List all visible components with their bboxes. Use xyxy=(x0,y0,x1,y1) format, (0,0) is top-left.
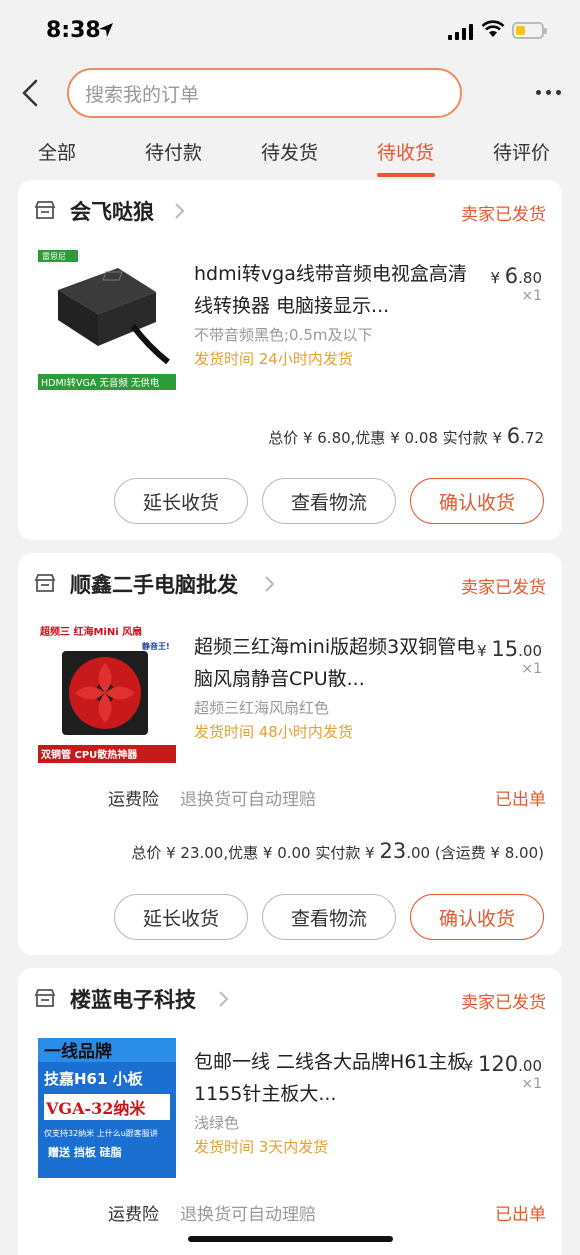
nav-bar: 搜索我的订单 xyxy=(0,62,580,126)
thumb-brand: 雷思尼 xyxy=(42,252,66,261)
confirm-receipt-button[interactable]: 确认收货 xyxy=(410,894,544,940)
order-actions: 延长收货 查看物流 确认收货 xyxy=(114,894,544,940)
insurance-desc: 退换货可自动理赔 xyxy=(180,1205,316,1225)
view-logistics-button[interactable]: 查看物流 xyxy=(262,478,396,524)
home-indicator xyxy=(188,1236,393,1242)
ship-time: 发货时间 3天内发货 xyxy=(194,1138,329,1156)
order-status: 卖家已发货 xyxy=(461,993,546,1013)
tab-all[interactable]: 全部 xyxy=(38,138,76,165)
product-quantity: ×1 xyxy=(521,288,542,304)
status-bar: 8:38 xyxy=(0,0,580,62)
ship-time: 发货时间 48小时内发货 xyxy=(194,723,353,741)
product-spec: 超频三红海风扇红色 xyxy=(194,699,330,717)
thumb-line1: 一线品牌 xyxy=(44,1041,112,1062)
order-card: 楼蓝电子科技 卖家已发货 一线品牌 技嘉H61 小板 VGA-32纳米 仅支持3… xyxy=(18,968,562,1255)
thumb-top: 超频三 红海MiNi 风扇 xyxy=(39,625,142,638)
order-actions: 延长收货 查看物流 确认收货 xyxy=(114,478,544,524)
tab-pending-receipt[interactable]: 待收货 xyxy=(377,138,434,165)
tab-pending-shipment[interactable]: 待发货 xyxy=(261,138,318,165)
clock: 8:38 xyxy=(46,18,101,43)
chevron-right-icon xyxy=(219,991,229,1007)
store-icon xyxy=(34,989,56,1007)
order-status: 卖家已发货 xyxy=(461,578,546,598)
shop-header[interactable]: 顺鑫二手电脑批发 卖家已发货 xyxy=(18,553,562,615)
view-logistics-button[interactable]: 查看物流 xyxy=(262,894,396,940)
thumb-line3: VGA-32纳米 xyxy=(45,1099,146,1118)
chevron-right-icon xyxy=(265,576,275,592)
product-quantity: ×1 xyxy=(521,661,542,677)
product-title[interactable]: hdmi转vga线带音频电视盒高清线转换器 电脑接显示... xyxy=(194,258,484,322)
product-thumbnail[interactable]: 超频三 红海MiNi 风扇 静音王! 双铜管 CPU散热神器 xyxy=(38,623,176,763)
order-card: 会飞哒狼 卖家已发货 雷思尼 HDMI转VGA 无音频 无供电 hdmi转vga… xyxy=(18,180,562,540)
order-tabs: 全部 待付款 待发货 待收货 待评价 xyxy=(0,128,580,180)
product-thumbnail[interactable]: 雷思尼 HDMI转VGA 无音频 无供电 xyxy=(38,250,176,390)
store-icon xyxy=(34,201,56,219)
shop-header[interactable]: 会飞哒狼 卖家已发货 xyxy=(18,180,562,242)
thumb-line4: 仅支持32纳米 上什么u跟客服讲 xyxy=(44,1128,158,1138)
shop-header[interactable]: 楼蓝电子科技 卖家已发货 xyxy=(18,968,562,1030)
battery-icon xyxy=(512,22,547,39)
shop-name[interactable]: 顺鑫二手电脑批发 xyxy=(70,569,238,599)
thumb-line2: 技嘉H61 小板 xyxy=(44,1070,144,1088)
back-icon[interactable] xyxy=(16,76,48,110)
shop-name[interactable]: 楼蓝电子科技 xyxy=(70,984,196,1014)
thumb-line5: 赠送 挡板 硅脂 xyxy=(48,1145,122,1159)
order-item[interactable]: 雷思尼 HDMI转VGA 无音频 无供电 hdmi转vga线带音频电视盒高清线转… xyxy=(18,250,562,400)
order-totals: 总价 ¥ 6.80,优惠 ¥ 0.08 实付款 ¥ 6.72 xyxy=(268,424,544,448)
extend-receipt-button[interactable]: 延长收货 xyxy=(114,894,248,940)
order-item[interactable]: 超频三 红海MiNi 风扇 静音王! 双铜管 CPU散热神器 超频三红海mini… xyxy=(18,623,562,773)
tab-pending-review[interactable]: 待评价 xyxy=(493,138,550,165)
store-icon xyxy=(34,574,56,592)
cellular-signal-icon xyxy=(448,24,473,40)
search-placeholder: 搜索我的订单 xyxy=(85,83,200,106)
product-price: ¥ 15.00 xyxy=(477,637,542,661)
tab-pending-payment[interactable]: 待付款 xyxy=(145,138,202,165)
chevron-right-icon xyxy=(175,203,185,219)
confirm-receipt-button[interactable]: 确认收货 xyxy=(410,478,544,524)
active-tab-indicator xyxy=(377,173,435,177)
thumb-caption: 双铜管 CPU散热神器 xyxy=(41,748,138,761)
product-price: ¥ 120.00 xyxy=(463,1052,542,1076)
product-title[interactable]: 包邮一线 二线各大品牌H61主板 1155针主板大... xyxy=(194,1046,484,1110)
product-spec: 不带音频黑色;0.5m及以下 xyxy=(194,326,373,344)
order-card: 顺鑫二手电脑批发 卖家已发货 超频三 红海MiNi 风扇 静音王! 双铜管 CP… xyxy=(18,553,562,955)
wifi-icon xyxy=(481,20,505,37)
product-spec: 浅绿色 xyxy=(194,1114,240,1132)
product-title[interactable]: 超频三红海mini版超频3双铜管电脑风扇静音CPU散... xyxy=(194,631,484,695)
shipping-insurance-row[interactable]: 运费险 退换货可自动理赔 已出单 xyxy=(18,1190,562,1230)
insurance-label: 运费险 xyxy=(108,790,159,810)
product-thumbnail[interactable]: 一线品牌 技嘉H61 小板 VGA-32纳米 仅支持32纳米 上什么u跟客服讲 … xyxy=(38,1038,176,1178)
product-quantity: ×1 xyxy=(521,1076,542,1092)
thumb-caption: HDMI转VGA 无音频 无供电 xyxy=(41,377,160,389)
search-input[interactable]: 搜索我的订单 xyxy=(67,68,462,118)
order-totals: 总价 ¥ 23.00,优惠 ¥ 0.00 实付款 ¥ 23.00 (含运费 ¥ … xyxy=(131,839,544,863)
thumb-sub: 静音王! xyxy=(142,641,170,651)
shipping-insurance-row[interactable]: 运费险 退换货可自动理赔 已出单 xyxy=(18,775,562,815)
shop-name[interactable]: 会飞哒狼 xyxy=(70,196,154,226)
ship-time: 发货时间 24小时内发货 xyxy=(194,350,353,368)
insurance-desc: 退换货可自动理赔 xyxy=(180,790,316,810)
insurance-status: 已出单 xyxy=(495,790,546,810)
location-arrow-icon xyxy=(99,23,113,37)
insurance-status: 已出单 xyxy=(495,1205,546,1225)
insurance-label: 运费险 xyxy=(108,1205,159,1225)
product-price: ¥ 6.80 xyxy=(490,264,542,288)
order-status: 卖家已发货 xyxy=(461,205,546,225)
extend-receipt-button[interactable]: 延长收货 xyxy=(114,478,248,524)
more-icon[interactable] xyxy=(536,90,561,95)
order-item[interactable]: 一线品牌 技嘉H61 小板 VGA-32纳米 仅支持32纳米 上什么u跟客服讲 … xyxy=(18,1038,562,1188)
